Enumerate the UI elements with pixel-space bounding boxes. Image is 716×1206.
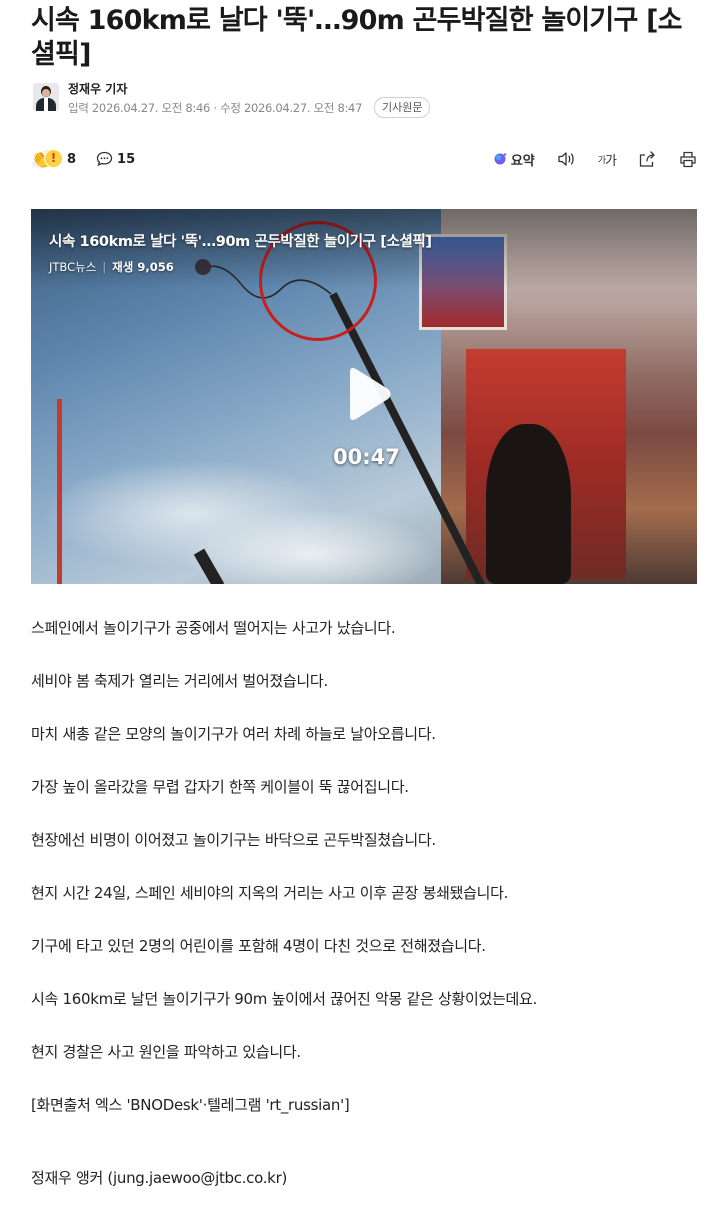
video-views: 재생 9,056 xyxy=(112,260,174,274)
summary-label: 요약 xyxy=(510,153,535,169)
reporter-name[interactable]: 정재우 기자 xyxy=(68,80,127,97)
reporter-avatar[interactable] xyxy=(33,83,59,111)
comment-count: 15 xyxy=(117,151,136,167)
anchor-byline: 정재우 앵커 (jung.jaewoo@jtbc.co.kr) xyxy=(31,1169,287,1187)
paragraph: 기구에 타고 있던 2명의 어린이를 포함해 4명이 다친 것으로 전해졌습니다… xyxy=(31,937,486,955)
article-toolbar: 요약 가가 xyxy=(492,148,697,170)
read-aloud-button[interactable] xyxy=(557,151,576,167)
article-headline: 시속 160km로 날다 '뚝'…90m 곤두박질한 놀이기구 [소셜픽] xyxy=(31,5,682,70)
video-channel: JTBC뉴스 xyxy=(49,260,97,274)
surprise-icon: ! xyxy=(44,149,63,168)
video-meta: JTBC뉴스 | 재생 9,056 xyxy=(49,260,174,274)
paragraph: 스페인에서 놀이기구가 공중에서 떨어지는 사고가 났습니다. xyxy=(31,619,396,637)
summary-button[interactable]: 요약 xyxy=(492,150,535,169)
article-dates: 입력 2026.04.27. 오전 8:46 · 수정 2026.04.27. … xyxy=(68,101,363,115)
font-size-small-label: 가 xyxy=(597,155,606,166)
paragraph: 마치 새총 같은 모양의 놀이기구가 여러 차례 하늘로 날아오릅니다. xyxy=(31,725,436,743)
paragraph: 현지 시간 24일, 스페인 세비야의 지옥의 거리는 사고 이후 곧장 봉쇄됐… xyxy=(31,884,509,902)
paragraph: 현장에선 비명이 이어졌고 놀이기구는 바닥으로 곤두박질쳤습니다. xyxy=(31,831,436,849)
share-button[interactable] xyxy=(638,150,657,168)
print-icon xyxy=(680,151,696,167)
paragraph: 가장 높이 올라갔을 무렵 갑자기 한쪽 케이블이 뚝 끊어집니다. xyxy=(31,778,409,796)
video-player[interactable]: 시속 160km로 날다 '뚝'…90m 곤두박질한 놀이기구 [소셜픽] JT… xyxy=(31,209,697,584)
play-icon[interactable] xyxy=(336,363,398,425)
video-title: 시속 160km로 날다 '뚝'…90m 곤두박질한 놀이기구 [소셜픽] xyxy=(49,234,432,250)
comment-button[interactable]: 15 xyxy=(96,151,135,167)
share-icon xyxy=(639,150,655,167)
paragraph: 현지 경찰은 사고 원인을 파악하고 있습니다. xyxy=(31,1043,301,1061)
image-source-note: [화면출처 엑스 'BNODesk'·텔레그램 'rt_russian'] xyxy=(31,1096,350,1114)
reaction-count: 8 xyxy=(67,151,77,167)
font-size-button[interactable]: 가가 xyxy=(597,150,617,169)
original-article-button[interactable]: 기사원문 xyxy=(374,97,431,118)
reaction-bar: 👏 ! 8 15 xyxy=(31,148,135,170)
paragraph: 세비야 봄 축제가 열리는 거리에서 벌어졌습니다. xyxy=(31,672,328,690)
speaker-icon xyxy=(558,152,574,166)
article-body: 스페인에서 놀이기구가 공중에서 떨어지는 사고가 났습니다. 세비야 봄 축제… xyxy=(31,617,691,1147)
ai-summary-icon xyxy=(494,152,507,165)
comment-icon xyxy=(96,151,113,167)
print-button[interactable] xyxy=(679,151,697,168)
paragraph: 시속 160km로 날던 놀이기구가 90m 높이에서 끊어진 악몽 같은 상황… xyxy=(31,990,537,1008)
reaction-button[interactable]: 👏 ! xyxy=(31,149,65,170)
video-duration: 00:47 xyxy=(333,445,400,469)
font-size-large-label: 가 xyxy=(605,153,617,169)
